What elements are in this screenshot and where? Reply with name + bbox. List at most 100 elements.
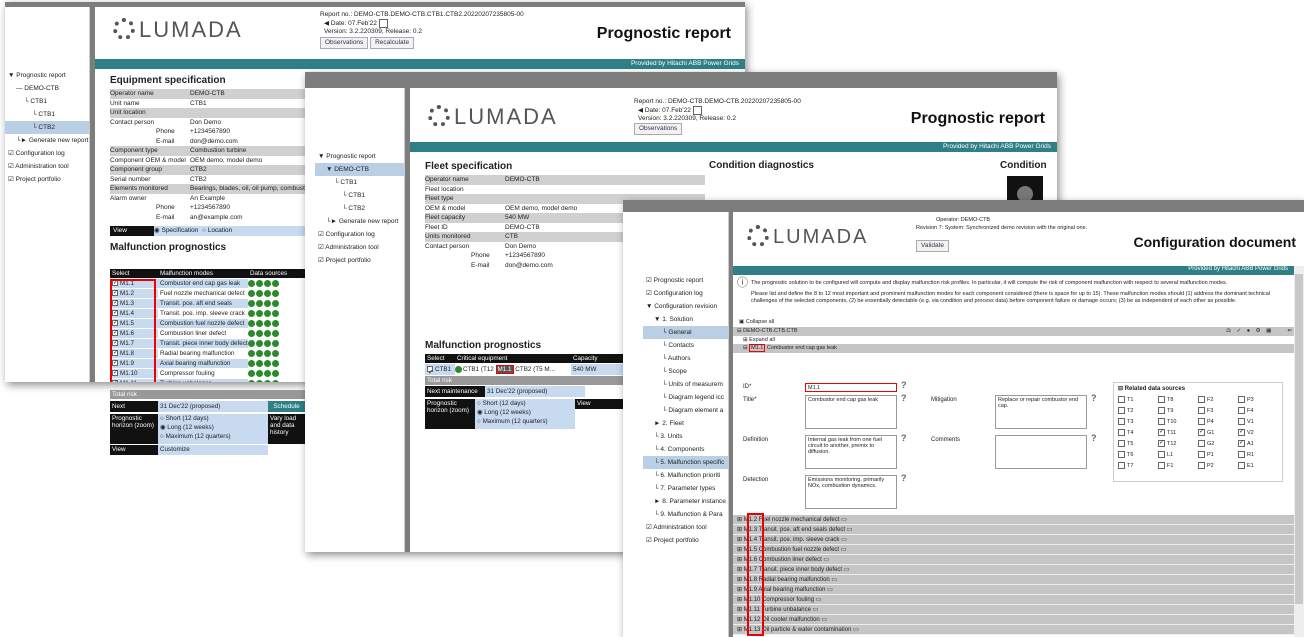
data-source-checkbox[interactable]: F3 (1198, 406, 1238, 417)
h2-short-radio[interactable]: ○ Short (12 days) (477, 399, 575, 408)
data-source-checkbox[interactable]: T1 (1118, 395, 1158, 406)
tree-item[interactable]: └ CTB1 (5, 108, 89, 121)
data-source-checkbox[interactable]: T7 (1118, 461, 1158, 472)
h2-max-radio[interactable]: ○ Maximum (12 quarters) (477, 417, 575, 426)
data-source-checkbox[interactable]: ✓ G1 (1198, 428, 1238, 439)
data-source-checkbox[interactable]: F4 (1238, 406, 1278, 417)
malfunction-node[interactable]: ⊞ M1.11 Turbine unbalance ▭ (733, 605, 1294, 615)
data-source-checkbox[interactable]: F2 (1198, 395, 1238, 406)
observations-button-2[interactable]: Observations (634, 123, 683, 136)
tree-item[interactable]: ▼ 1. Solution (643, 313, 728, 326)
help-icon[interactable]: ? (901, 473, 907, 483)
help-icon[interactable]: ? (1091, 433, 1097, 443)
tree-item[interactable]: ☑ Project portfolio (315, 254, 404, 267)
h-long-radio[interactable]: ◉ Long (12 weeks) (160, 423, 268, 432)
tree-item[interactable]: ☑ Project portfolio (5, 173, 89, 186)
tree-item[interactable]: └ Units of measurem (643, 378, 728, 391)
observations-button[interactable]: Observations (320, 37, 369, 50)
h2-long-radio[interactable]: ◉ Long (12 weeks) (477, 408, 575, 417)
malfunction-node[interactable]: ⊞ M1.6 Combustion liner defect ▭ (733, 555, 1294, 565)
data-source-checkbox[interactable]: T10 (1158, 417, 1198, 428)
root-node[interactable]: ⊟ DEMO-CTB.CTB.CTB (737, 327, 798, 336)
malfunction-node[interactable]: ⊞ M1.12 Oil cooler malfunction ▭ (733, 615, 1294, 625)
malfunction-node[interactable]: ⊞ M1.13 Oil particle & water contaminati… (733, 625, 1294, 635)
data-source-checkbox[interactable]: ✓ T12 (1158, 439, 1198, 450)
definition-field[interactable]: Internal gas leak from one fuel circuit … (805, 435, 897, 469)
tree-item[interactable]: ► 2. Fleet (643, 417, 728, 430)
tree-item[interactable]: ► 8. Parameter instance (643, 495, 728, 508)
mitigation-field[interactable]: Replace or repair combustor end cap. (995, 395, 1087, 429)
data-source-checkbox[interactable]: F1 (1158, 461, 1198, 472)
tree-item[interactable]: ▼ Prognostic report (315, 150, 404, 163)
title-field[interactable]: Combustor end cap gas leak (805, 395, 897, 429)
toolbar-icons[interactable]: ⚖ ✓ ● ⚙ ▦ ⇐ (1226, 327, 1294, 336)
tree-item[interactable]: └ CTB2 (315, 202, 404, 215)
tree-item[interactable]: └ Authors (643, 352, 728, 365)
expand-all[interactable]: ⊞ Expand all (733, 337, 1294, 344)
m11-node[interactable]: ⊟ M1.1 Combustor end cap gas leak (733, 344, 1294, 353)
data-source-checkbox[interactable]: R1 (1238, 450, 1278, 461)
tree-item[interactable]: └ Contacts (643, 339, 728, 352)
tree-item[interactable]: └ 4. Components (643, 443, 728, 456)
tree-item[interactable]: └► Generate new report (315, 215, 404, 228)
data-source-checkbox[interactable]: ✓ V2 (1238, 428, 1278, 439)
fleet-unit-row[interactable]: ✓ CTB1 CTB1 (T12 M1.1 CTB2 (T5 M... 540 M… (425, 364, 635, 376)
malfunction-node[interactable]: ⊞ M1.8 Radial bearing malfunction ▭ (733, 575, 1294, 585)
calendar-icon-2[interactable] (692, 106, 702, 115)
tree-item[interactable]: ☑ Configuration log (643, 287, 728, 300)
data-source-checkbox[interactable]: L1 (1158, 450, 1198, 461)
data-source-checkbox[interactable]: T8 (1158, 395, 1198, 406)
tree-item[interactable]: — DEMO-CTB (5, 82, 89, 95)
h-short-radio[interactable]: ○ Short (12 days) (160, 414, 268, 423)
back-arrow-icon[interactable]: ◀ (324, 20, 329, 27)
tree-item[interactable]: └ 9. Malfunction & Para (643, 508, 728, 521)
tree-item[interactable]: └ CTB1 (315, 189, 404, 202)
tree-item[interactable]: └ 3. Units (643, 430, 728, 443)
tree-item[interactable]: └ 5. Malfunction specific (643, 456, 728, 469)
malfunction-node[interactable]: ⊞ M1.10 Compressor fouling ▭ (733, 595, 1294, 605)
malfunction-node[interactable]: ⊞ M1.4 Transit. pce. imp. sleeve crack ▭ (733, 535, 1294, 545)
data-source-checkbox[interactable]: T9 (1158, 406, 1198, 417)
collapse-all[interactable]: ▣ Collapse all (733, 319, 1294, 326)
tree-item[interactable]: └ 6. Malfunction prioriti (643, 469, 728, 482)
tree-item[interactable]: └ General (643, 326, 728, 339)
malfunction-node[interactable]: ⊞ M1.3 Transit. pce. aft end seals defec… (733, 525, 1294, 535)
data-source-checkbox[interactable]: ✓ A1 (1238, 439, 1278, 450)
select-checkbox[interactable]: ✓ (427, 366, 433, 376)
data-source-checkbox[interactable]: G2 (1198, 439, 1238, 450)
help-icon[interactable]: ? (901, 393, 907, 403)
tree-item[interactable]: └ CTB1 (5, 95, 89, 108)
comments-field[interactable] (995, 435, 1087, 469)
malfunction-node[interactable]: ⊞ M1.5 Combustion fuel nozzle defect ▭ (733, 545, 1294, 555)
data-source-checkbox[interactable]: V1 (1238, 417, 1278, 428)
tree-item[interactable]: └► Generate new report (5, 134, 89, 147)
spec-radio[interactable]: ◉ Specification (154, 226, 198, 236)
h-max-radio[interactable]: ○ Maximum (12 quarters) (160, 432, 268, 441)
tree-item[interactable]: ☑ Administration tool (643, 521, 728, 534)
tree-item[interactable]: └ Diagram element a (643, 404, 728, 417)
tree-item[interactable]: ☑ Prognostic report (643, 274, 728, 287)
tree-item[interactable]: ▼ Prognostic report (5, 69, 89, 82)
tree-item[interactable]: └ Scope (643, 365, 728, 378)
tree-item[interactable]: ☑ Configuration log (315, 228, 404, 241)
tree-item[interactable]: └ CTB1 (315, 176, 404, 189)
help-icon[interactable]: ? (1091, 393, 1097, 403)
m11-chip[interactable]: M1.1 (495, 365, 514, 374)
data-source-checkbox[interactable]: T6 (1118, 450, 1158, 461)
schedule-button[interactable]: Schedule (268, 401, 305, 412)
malfunction-node[interactable]: ⊞ M1.2 Fuel nozzle mechanical defect ▭ (733, 515, 1294, 525)
data-source-checkbox[interactable]: P4 (1198, 417, 1238, 428)
tree-item[interactable]: ☑ Configuration log (5, 147, 89, 160)
data-source-checkbox[interactable]: P1 (1198, 450, 1238, 461)
tree-item[interactable]: └ 7. Parameter types (643, 482, 728, 495)
recalculate-button[interactable]: Recalculate (370, 37, 415, 50)
tree-item[interactable]: ☑ Administration tool (5, 160, 89, 173)
malfunction-node[interactable]: ⊞ M1.9 Axial bearing malfunction ▭ (733, 585, 1294, 595)
data-source-checkbox[interactable]: P3 (1238, 395, 1278, 406)
data-source-checkbox[interactable]: E1 (1238, 461, 1278, 472)
tree-item[interactable]: └ CTB2 (5, 121, 89, 134)
tree-item[interactable]: ▼ DEMO-CTB (315, 163, 404, 176)
data-source-checkbox[interactable]: T5 (1118, 439, 1158, 450)
customize-button[interactable]: Customize (158, 445, 268, 455)
scrollbar[interactable] (1294, 266, 1304, 637)
